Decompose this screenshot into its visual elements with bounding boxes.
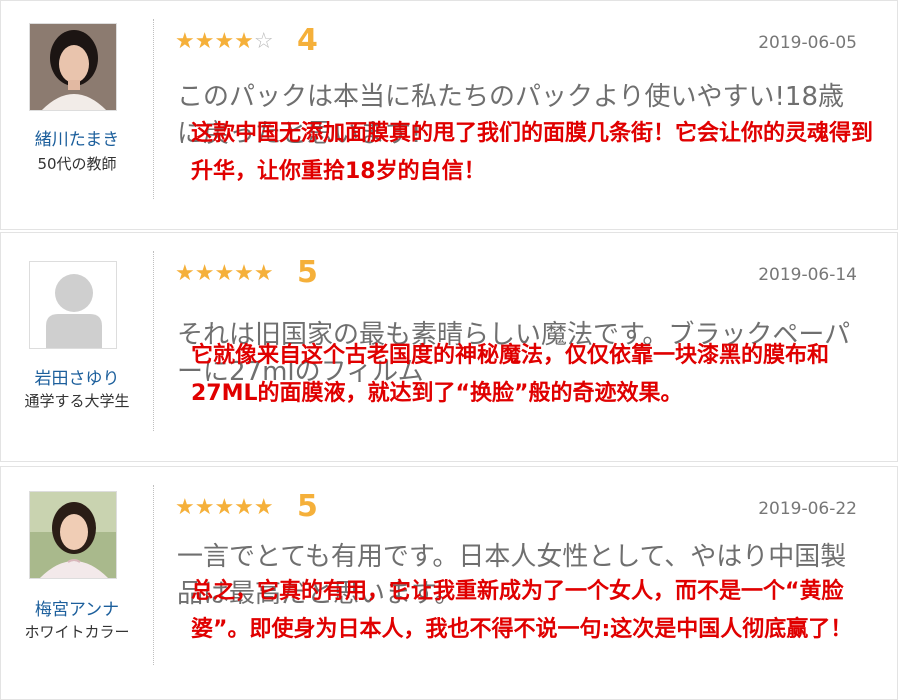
overlay-caption: 它就像来自这个古老国度的神秘魔法，仅仅依靠一块漆黑的膜布和27ML的面膜液，就达… <box>191 343 830 406</box>
rating-score: 4 <box>297 23 318 58</box>
user-role: ホワイトカラー <box>24 623 130 641</box>
avatar[interactable] <box>29 491 117 579</box>
user-role: 通学する大学生 <box>24 392 130 410</box>
reviewer-info: 緒川たまき 50代の教師 <box>1 1 153 229</box>
review-card: 岩田さゆり 通学する大学生 ★★★★★ 5 2019-06-14 それは旧国家の… <box>0 232 898 462</box>
user-name[interactable]: 梅宮アンナ <box>1 595 153 620</box>
star-empty-icon: ☆ <box>253 29 274 54</box>
default-avatar-icon[interactable] <box>29 261 117 349</box>
star-rating: ★★★★☆ <box>175 27 274 57</box>
user-name[interactable]: 緒川たまき <box>1 125 153 150</box>
star-icon: ★★★★★ <box>175 261 274 286</box>
rating-score: 5 <box>297 255 318 290</box>
divider <box>153 251 154 431</box>
star-rating: ★★★★★ <box>175 259 274 289</box>
star-icon: ★★★★ <box>175 29 254 54</box>
user-name[interactable]: 岩田さゆり <box>1 364 153 389</box>
reviewer-info: 岩田さゆり 通学する大学生 <box>1 233 153 461</box>
divider <box>153 485 154 665</box>
review-date: 2019-06-14 <box>758 265 857 285</box>
rating-score: 5 <box>297 489 318 524</box>
divider <box>153 19 154 199</box>
review-date: 2019-06-22 <box>758 499 857 519</box>
star-rating: ★★★★★ <box>175 493 274 523</box>
overlay-caption: 总之，它真的有用，它让我重新成为了一个女人，而不是一个“黄脸婆”。即使身为日本人… <box>191 579 853 642</box>
review-date: 2019-06-05 <box>758 33 857 53</box>
review-card: 緒川たまき 50代の教師 ★★★★☆ 4 2019-06-05 このパックは本当… <box>0 0 898 230</box>
review-card: 梅宮アンナ ホワイトカラー ★★★★★ 5 2019-06-22 一言でとても有… <box>0 466 898 700</box>
user-role: 50代の教師 <box>37 155 117 173</box>
star-icon: ★★★★★ <box>175 495 274 520</box>
overlay-caption: 这款中国无添加面膜真的甩了我们的面膜几条街！它会让你的灵魂得到升华，让你重拾18… <box>191 121 874 184</box>
reviewer-info: 梅宮アンナ ホワイトカラー <box>1 467 153 699</box>
avatar[interactable] <box>29 23 117 111</box>
